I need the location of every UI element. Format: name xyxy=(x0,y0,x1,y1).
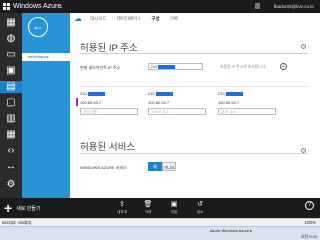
status-url: ascript: void(0) xyxy=(2,220,32,225)
toggle-yes[interactable]: 예 xyxy=(148,162,162,171)
help-icon[interactable]: ? xyxy=(305,201,314,210)
account-email[interactable]: fbador05@live.co.kr xyxy=(274,3,314,10)
arrows-icon[interactable]: ↔ xyxy=(5,161,17,173)
section-divider xyxy=(80,53,308,54)
main-content: ☁ 대시보드 데이터베이스 구성 기록 허용된 IP 주소 ? 현재 클라이언트… xyxy=(70,13,320,198)
redaction-mark xyxy=(225,91,243,97)
top-bar: Windows Azure ⌄ fbador05@live.co.kr xyxy=(0,0,320,13)
rule-end-ip: 100.80.52.7 xyxy=(218,100,240,105)
rule-start-ip: 210 xyxy=(218,91,243,97)
section-divider xyxy=(80,153,308,154)
taskbar: Azure Windows Azure ▸ 오전 9:30 xyxy=(0,226,320,240)
grid-icon[interactable]: ▦ xyxy=(5,17,17,29)
current-ip-field: 210 xyxy=(148,63,203,70)
zoom-level[interactable]: 100% xyxy=(304,220,316,225)
database-icon[interactable]: ▭ xyxy=(5,49,17,61)
back-button[interactable]: ← xyxy=(28,17,48,37)
rule-start-ip: 210 xyxy=(148,91,173,97)
browser-status-bar: ascript: void(0) 100% xyxy=(0,218,320,226)
export-button[interactable]: ⇪ 내보내 xyxy=(112,200,132,215)
box-icon[interactable]: ▢ xyxy=(5,97,17,109)
save-icon: ▣ xyxy=(170,201,178,208)
row-divider xyxy=(80,86,308,87)
stack-icon[interactable]: ▤ xyxy=(0,81,22,93)
user-icon[interactable] xyxy=(255,3,260,9)
server-icon[interactable]: ▣ xyxy=(5,65,17,77)
section-title-allowed-services: 허용된 서비스 xyxy=(80,142,136,153)
tab-database[interactable]: 데이터베이스 xyxy=(117,16,142,22)
export-icon: ⇪ xyxy=(119,201,125,208)
windows-logo-icon xyxy=(3,3,10,10)
storage-icon[interactable]: ▥ xyxy=(5,113,17,125)
nav-item-selected[interactable]: behindapps xyxy=(22,53,70,61)
new-button[interactable]: + 새로 만들기 xyxy=(4,200,41,216)
taskbar-items[interactable]: Azure Windows Azure ▸ xyxy=(210,228,252,233)
rule-end-ip: 100.80.53.7 xyxy=(80,100,102,105)
help-icon[interactable]: ? xyxy=(301,44,306,49)
redaction-mark xyxy=(155,91,173,97)
undo-button[interactable]: ↺ 취소 xyxy=(190,200,210,215)
redaction-mark xyxy=(157,64,175,69)
save-button[interactable]: ▣ 저장 xyxy=(164,200,184,215)
undo-icon: ↺ xyxy=(197,201,203,208)
section-title-allowed-ip: 허용된 IP 주소 xyxy=(80,43,138,54)
rule-start-ip: 210 xyxy=(80,91,105,97)
azure-services-toggle[interactable]: 예 아니요 xyxy=(148,162,176,171)
plus-icon: + xyxy=(4,200,13,216)
gear-icon[interactable]: ⚙ xyxy=(5,179,17,191)
chevron-down-icon[interactable]: ⌄ xyxy=(58,2,64,11)
resource-nav-panel: ← behindapps xyxy=(22,13,70,198)
rule-end-ip: 100.80.53.7 xyxy=(148,100,170,105)
code-icon[interactable]: ‹› xyxy=(5,145,17,157)
tab-history[interactable]: 기록 xyxy=(170,16,178,22)
delete-icon: 🗑 xyxy=(143,201,153,208)
delete-button[interactable]: 🗑 삭제 xyxy=(138,200,158,215)
command-bar: + 새로 만들기 ⇪ 내보내 🗑 삭제 ▣ 저장 ↺ 취소 ? xyxy=(0,198,320,218)
row-selection-marker xyxy=(76,98,78,106)
azure-services-label: WINDOWS AZURE 서비스 xyxy=(80,165,127,170)
start-ip-input[interactable]: 시작 IP 주소 xyxy=(148,108,206,115)
table-icon[interactable]: ▦ xyxy=(5,129,17,141)
taskbar-clock: 오전 9:30 xyxy=(300,234,317,239)
current-ip-label: 현재 클라이언트 IP 주소 xyxy=(80,65,121,70)
toggle-no[interactable]: 아니요 xyxy=(162,162,176,171)
globe-icon[interactable]: ◍ xyxy=(5,33,17,45)
tab-configure[interactable]: 구성 xyxy=(151,16,159,22)
add-ip-hint: 허용된 IP 주소에 추가합니다. xyxy=(220,65,267,69)
left-nav-rail: ▦ ◍ ▭ ▣ ▤ ▢ ▥ ▦ ‹› ↔ ⚙ xyxy=(0,13,22,198)
tab-dashboard[interactable]: 대시보드 xyxy=(90,16,107,22)
end-ip-input[interactable]: 끝 IP 주소 xyxy=(218,108,276,115)
rule-name-input[interactable]: 규칙 이름 xyxy=(80,108,138,115)
add-ip-button[interactable]: + xyxy=(280,63,287,70)
app-title: Windows Azure xyxy=(13,3,62,10)
tab-strip: 대시보드 데이터베이스 구성 기록 xyxy=(90,16,178,22)
redaction-mark xyxy=(87,91,105,97)
cloud-icon: ☁ xyxy=(74,14,82,23)
